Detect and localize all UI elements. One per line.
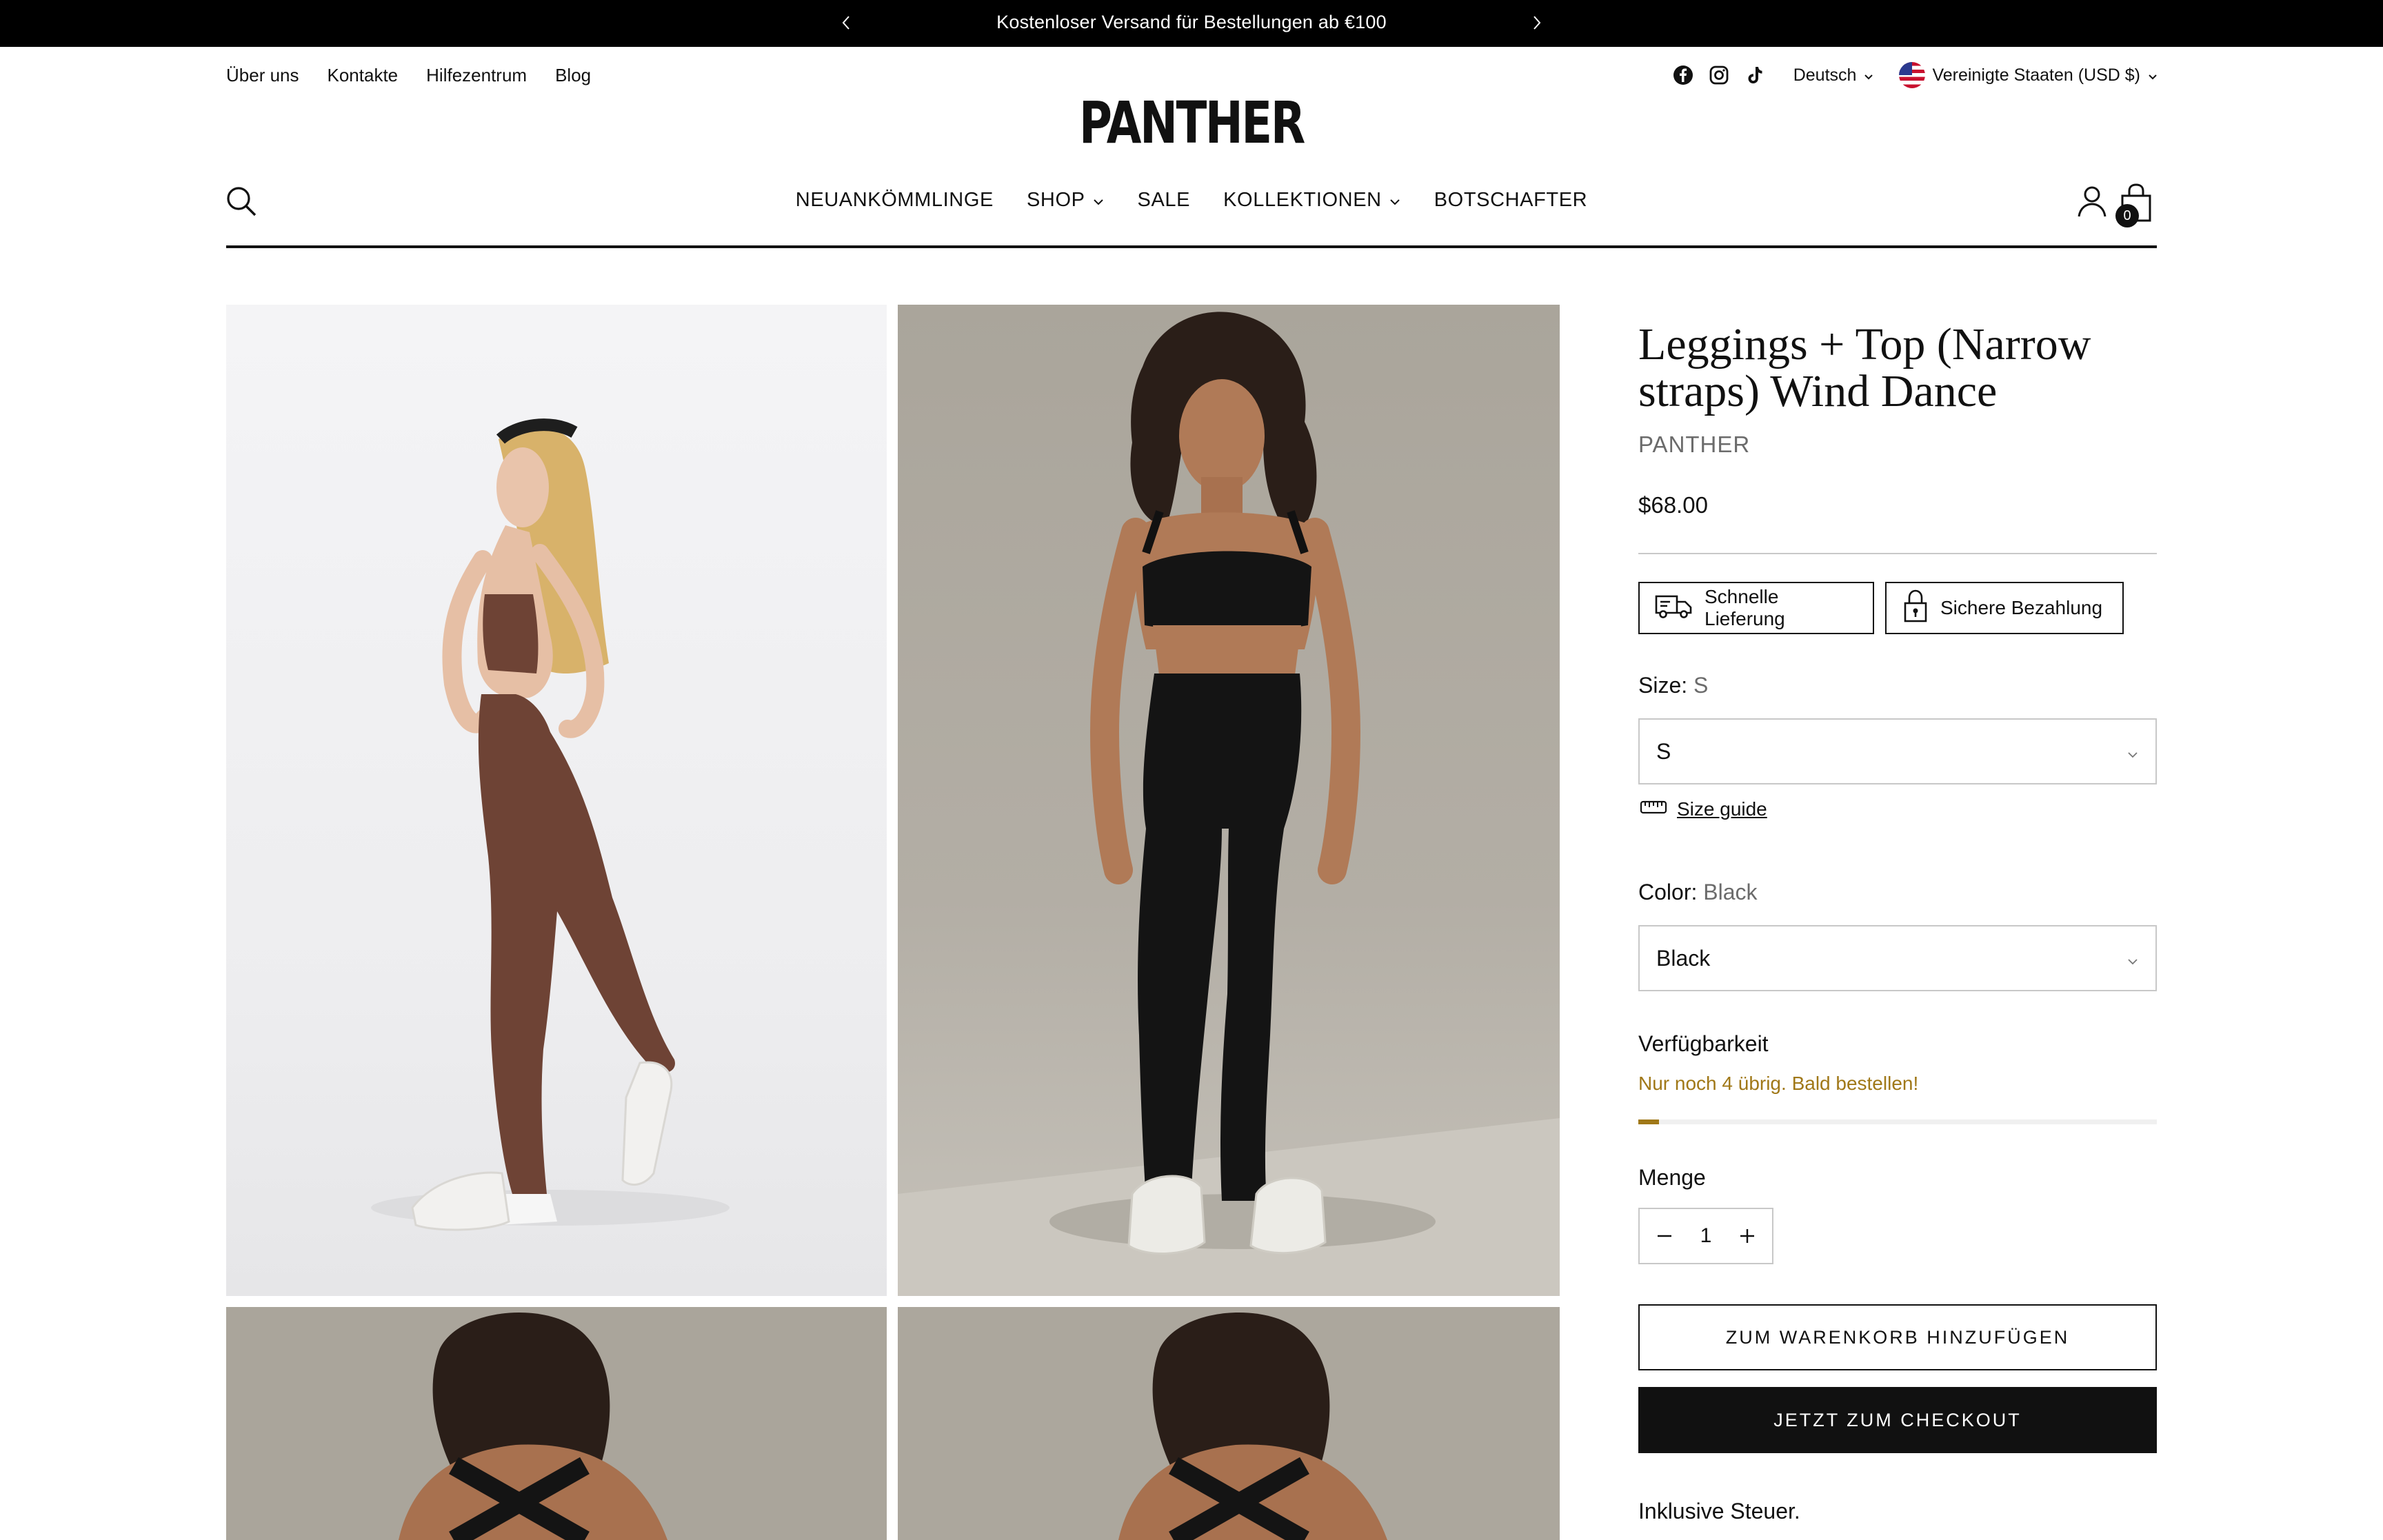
- size-select[interactable]: S: [1638, 718, 2157, 784]
- chevron-down-icon: [1863, 65, 1874, 85]
- stock-progress-bar: [1638, 1119, 2157, 1124]
- nav-label: SALE: [1137, 189, 1191, 211]
- add-to-cart-button[interactable]: ZUM WARENKORB HINZUFÜGEN: [1638, 1304, 2157, 1370]
- language-selector[interactable]: Deutsch: [1793, 65, 1875, 85]
- announcement-bar: Kostenloser Versand für Bestellungen ab …: [0, 0, 2383, 47]
- ruler-icon: [1640, 798, 1667, 820]
- country-selector[interactable]: Vereinigte Staaten (USD $): [1899, 62, 2158, 88]
- main-navigation: NEUANKÖMMLINGE SHOP SALE KOLLEKTIONEN BO…: [0, 189, 2383, 212]
- color-label: Color: Black: [1638, 880, 1758, 905]
- product-image-black-model[interactable]: [898, 305, 1560, 1296]
- color-select-value: Black: [1656, 945, 1711, 971]
- size-value: S: [1693, 673, 1709, 698]
- product-title: Leggings + Top (Narrow straps) Wind Danc…: [1638, 319, 2091, 416]
- chevron-down-icon: [2126, 739, 2139, 764]
- checkout-button[interactable]: JETZT ZUM CHECKOUT: [1638, 1387, 2157, 1453]
- quantity-stepper: 1: [1638, 1208, 1773, 1264]
- chevron-down-icon: [1092, 189, 1105, 212]
- product-vendor[interactable]: PANTHER: [1638, 432, 1750, 458]
- nav-label: NEUANKÖMMLINGE: [795, 189, 994, 211]
- link-blog[interactable]: Blog: [555, 65, 591, 86]
- size-label: Size: S: [1638, 673, 1708, 698]
- nav-label: BOTSCHAFTER: [1434, 189, 1588, 211]
- instagram-icon[interactable]: [1708, 64, 1730, 86]
- utility-links: Über uns Kontakte Hilfezentrum Blog: [226, 65, 591, 86]
- announcement-text: Kostenloser Versand für Bestellungen ab …: [996, 12, 1387, 32]
- nav-item-shop[interactable]: SHOP: [1027, 189, 1105, 212]
- chevron-down-icon: [1389, 189, 1401, 212]
- color-value: Black: [1703, 880, 1758, 904]
- country-label: Vereinigte Staaten (USD $): [1932, 65, 2140, 85]
- utility-right: Deutsch Vereinigte Staaten (USD $): [1672, 62, 2158, 88]
- delivery-truck-icon: [1655, 592, 1693, 625]
- minus-icon[interactable]: [1652, 1224, 1677, 1248]
- size-label-text: Size:: [1638, 673, 1688, 698]
- chevron-down-icon: [2147, 65, 2158, 85]
- account-icon[interactable]: [2077, 185, 2107, 218]
- secure-payment-badge: Sichere Bezahlung: [1885, 582, 2124, 634]
- plus-icon[interactable]: [1735, 1224, 1760, 1248]
- fast-delivery-badge: Schnelle Lieferung: [1638, 582, 1874, 634]
- brand-logo[interactable]: PANTHER: [262, 94, 2121, 152]
- nav-item-new-arrivals[interactable]: NEUANKÖMMLINGE: [796, 189, 994, 212]
- color-select[interactable]: Black: [1638, 925, 2157, 991]
- nav-item-ambassadors[interactable]: BOTSCHAFTER: [1434, 189, 1588, 212]
- size-guide-label: Size guide: [1677, 798, 1767, 820]
- header-divider: [226, 245, 2157, 248]
- product-image-brown-model[interactable]: [226, 305, 887, 1296]
- product-price: $68.00: [1638, 492, 1708, 518]
- nav-item-collections[interactable]: KOLLEKTIONEN: [1223, 189, 1401, 212]
- tax-note: Inklusive Steuer.: [1638, 1499, 1800, 1523]
- color-label-text: Color:: [1638, 880, 1698, 904]
- nav-label: KOLLEKTIONEN: [1223, 189, 1382, 211]
- nav-label: SHOP: [1026, 189, 1085, 211]
- quantity-label: Menge: [1638, 1165, 1706, 1190]
- cart-count-badge: 0: [2115, 204, 2139, 227]
- badge-label: Schnelle Lieferung: [1705, 586, 1785, 629]
- padlock-icon: [1902, 588, 1929, 629]
- product-image-back-view[interactable]: [226, 1307, 887, 1540]
- chevron-down-icon: [2126, 946, 2139, 971]
- low-stock-message: Nur noch 4 übrig. Bald bestellen!: [1638, 1073, 1919, 1094]
- nav-item-sale[interactable]: SALE: [1138, 189, 1191, 212]
- badge-label: Sichere Bezahlung: [1940, 597, 2103, 618]
- tiktok-icon[interactable]: [1744, 64, 1766, 86]
- size-guide-link[interactable]: Size guide: [1640, 798, 1767, 820]
- link-contacts[interactable]: Kontakte: [328, 65, 399, 86]
- link-help-center[interactable]: Hilfezentrum: [426, 65, 527, 86]
- link-about[interactable]: Über uns: [226, 65, 299, 86]
- divider: [1638, 553, 2157, 554]
- stock-progress-fill: [1638, 1119, 1660, 1124]
- social-links: [1672, 64, 1766, 86]
- language-label: Deutsch: [1793, 65, 1857, 85]
- product-image-back-view-2[interactable]: [898, 1307, 1560, 1540]
- chevron-right-icon[interactable]: [1527, 12, 1547, 33]
- facebook-icon[interactable]: [1672, 64, 1694, 86]
- availability-label: Verfügbarkeit: [1638, 1031, 1769, 1056]
- size-select-value: S: [1656, 738, 1671, 764]
- quantity-value[interactable]: 1: [1700, 1224, 1712, 1248]
- us-flag-icon: [1899, 62, 1926, 88]
